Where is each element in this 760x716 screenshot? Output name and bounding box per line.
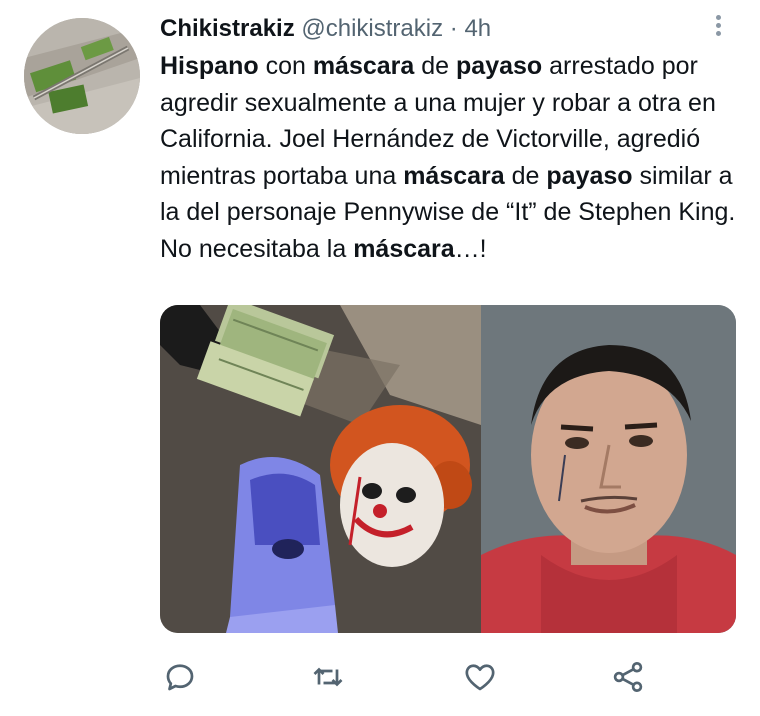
display-name[interactable]: Chikistrakiz bbox=[160, 15, 295, 42]
avatar-photo bbox=[24, 18, 140, 134]
tweet-text-segment: de bbox=[504, 161, 547, 190]
tweet-actions bbox=[160, 652, 660, 702]
mugshot-image bbox=[481, 305, 736, 633]
more-options-icon[interactable] bbox=[708, 12, 728, 44]
tweet-text-highlight: máscara bbox=[312, 52, 415, 80]
tweet-text-highlight: payaso bbox=[546, 161, 633, 190]
heart-icon bbox=[465, 664, 495, 691]
user-handle[interactable]: @chikistrakiz bbox=[301, 15, 443, 42]
tweet-media[interactable] bbox=[160, 305, 736, 633]
like-button[interactable] bbox=[460, 652, 500, 702]
retweet-button[interactable] bbox=[308, 652, 348, 702]
tweet-text-segment: de bbox=[414, 52, 457, 80]
clown-mask-image bbox=[160, 305, 481, 633]
separator-dot: · bbox=[449, 15, 458, 42]
share-icon bbox=[613, 662, 643, 692]
tweet-text: Hispano con máscara de payaso arrestado … bbox=[160, 48, 740, 267]
avatar[interactable] bbox=[24, 18, 140, 134]
retweet-icon bbox=[313, 667, 343, 687]
reply-button[interactable] bbox=[160, 652, 200, 702]
reply-icon bbox=[166, 664, 194, 691]
tweet-text-segment: con bbox=[258, 52, 313, 80]
timestamp[interactable]: 4h bbox=[464, 15, 491, 42]
media-image-left[interactable] bbox=[160, 305, 481, 633]
share-button[interactable] bbox=[608, 652, 648, 702]
tweet-text-segment: …! bbox=[454, 234, 487, 263]
tweet-text-highlight: máscara bbox=[353, 234, 455, 263]
tweet-text-highlight: Hispano bbox=[160, 52, 259, 80]
tweet-header: Chikistrakiz @chikistrakiz · 4h bbox=[160, 14, 491, 44]
tweet-text-highlight: payaso bbox=[456, 52, 543, 80]
media-image-right[interactable] bbox=[481, 305, 736, 633]
tweet-text-highlight: máscara bbox=[403, 161, 505, 190]
